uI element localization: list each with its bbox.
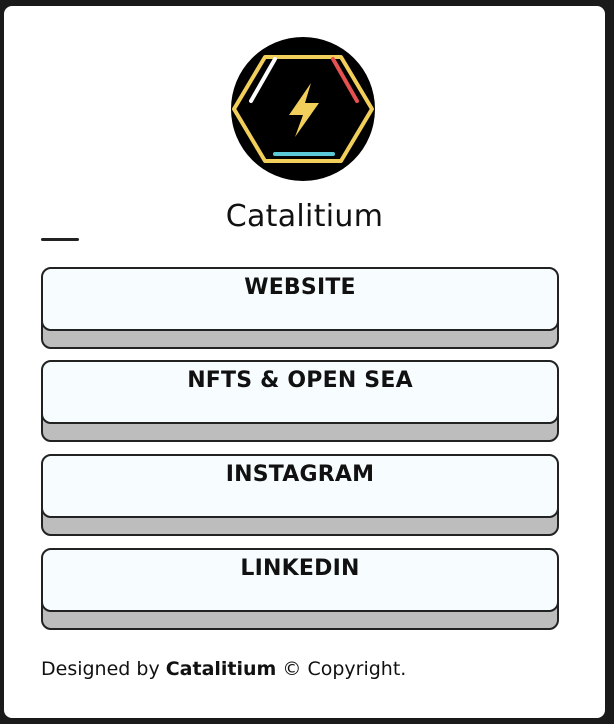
button-face[interactable]: WEBSITE — [41, 267, 559, 331]
instagram-button-label: INSTAGRAM — [225, 462, 375, 487]
button-face[interactable]: LINKEDIN — [41, 548, 559, 612]
logo-icon — [231, 37, 375, 181]
nfts-opensea-button-label: NFTS & OPEN SEA — [187, 368, 413, 393]
website-button[interactable]: WEBSITE — [41, 267, 559, 349]
footer-suffix: © Copyright. — [276, 658, 407, 680]
button-face[interactable]: NFTS & OPEN SEA — [41, 360, 559, 424]
linkedin-button[interactable]: LINKEDIN — [41, 548, 559, 630]
instagram-button[interactable]: INSTAGRAM — [41, 454, 559, 536]
button-face[interactable]: INSTAGRAM — [41, 454, 559, 518]
profile-card: Catalitium WEBSITE NFTS & OPEN SEA INSTA… — [4, 6, 605, 718]
divider — [41, 238, 79, 241]
nfts-opensea-button[interactable]: NFTS & OPEN SEA — [41, 360, 559, 442]
website-button-label: WEBSITE — [244, 275, 356, 300]
linkedin-button-label: LINKEDIN — [240, 556, 360, 581]
profile-name: Catalitium — [225, 199, 384, 234]
footer-credit: Designed by Catalitium © Copyright. — [41, 658, 406, 680]
footer-prefix: Designed by — [41, 658, 166, 680]
footer-brand[interactable]: Catalitium — [166, 658, 277, 680]
